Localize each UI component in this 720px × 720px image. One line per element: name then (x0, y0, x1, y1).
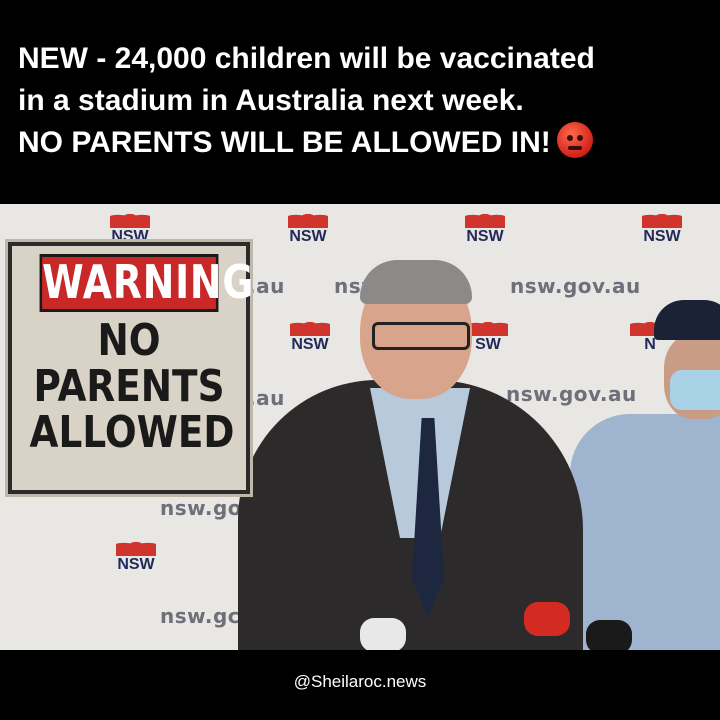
account-handle: @Sheilaroc.news (293, 672, 427, 691)
backdrop-url: .au (248, 386, 285, 410)
police-officer (570, 414, 720, 650)
headline-line-3: NO PARENTS WILL BE ALLOWED IN! (18, 122, 708, 164)
sign-line-2: PARENTS (33, 361, 225, 412)
nsw-logo: NSW (100, 206, 160, 246)
microphone (524, 602, 570, 636)
microphone (586, 620, 632, 650)
sign-line-1: NO (97, 315, 161, 366)
nsw-logo: NSW (455, 206, 515, 246)
headline-line-1: NEW - 24,000 children will be vaccinated (18, 42, 595, 75)
headline-line-2: in a stadium in Australia next week. (18, 84, 524, 117)
officer-cap (654, 300, 720, 340)
press-conference-photo: NSW NSW NSW NSW NSW SW N NSW .au nsw nsw… (0, 204, 720, 650)
nsw-logo: NSW (106, 534, 166, 574)
backdrop-url: nsw.gc (160, 604, 241, 628)
warning-sign: WARNING NO PARENTS ALLOWED (8, 242, 253, 494)
nsw-logo: NSW (278, 206, 338, 246)
speaker-glasses (372, 322, 470, 350)
headline-line-3-text: NO PARENTS WILL BE ALLOWED IN! (18, 126, 551, 159)
backdrop-url: nsw.gov.au (510, 274, 641, 298)
nsw-logo: NSW (632, 206, 692, 246)
nsw-logo: NSW (280, 314, 340, 354)
backdrop-url: nsw.gov.au (506, 382, 637, 406)
face-mask (670, 370, 720, 410)
microphone (360, 618, 406, 650)
warning-banner: WARNING (39, 254, 253, 312)
headline: NEW - 24,000 children will be vaccinated… (18, 38, 708, 164)
sign-line-3: ALLOWED (29, 407, 235, 458)
speaker-hair (360, 260, 472, 304)
angry-face-icon (556, 122, 593, 158)
